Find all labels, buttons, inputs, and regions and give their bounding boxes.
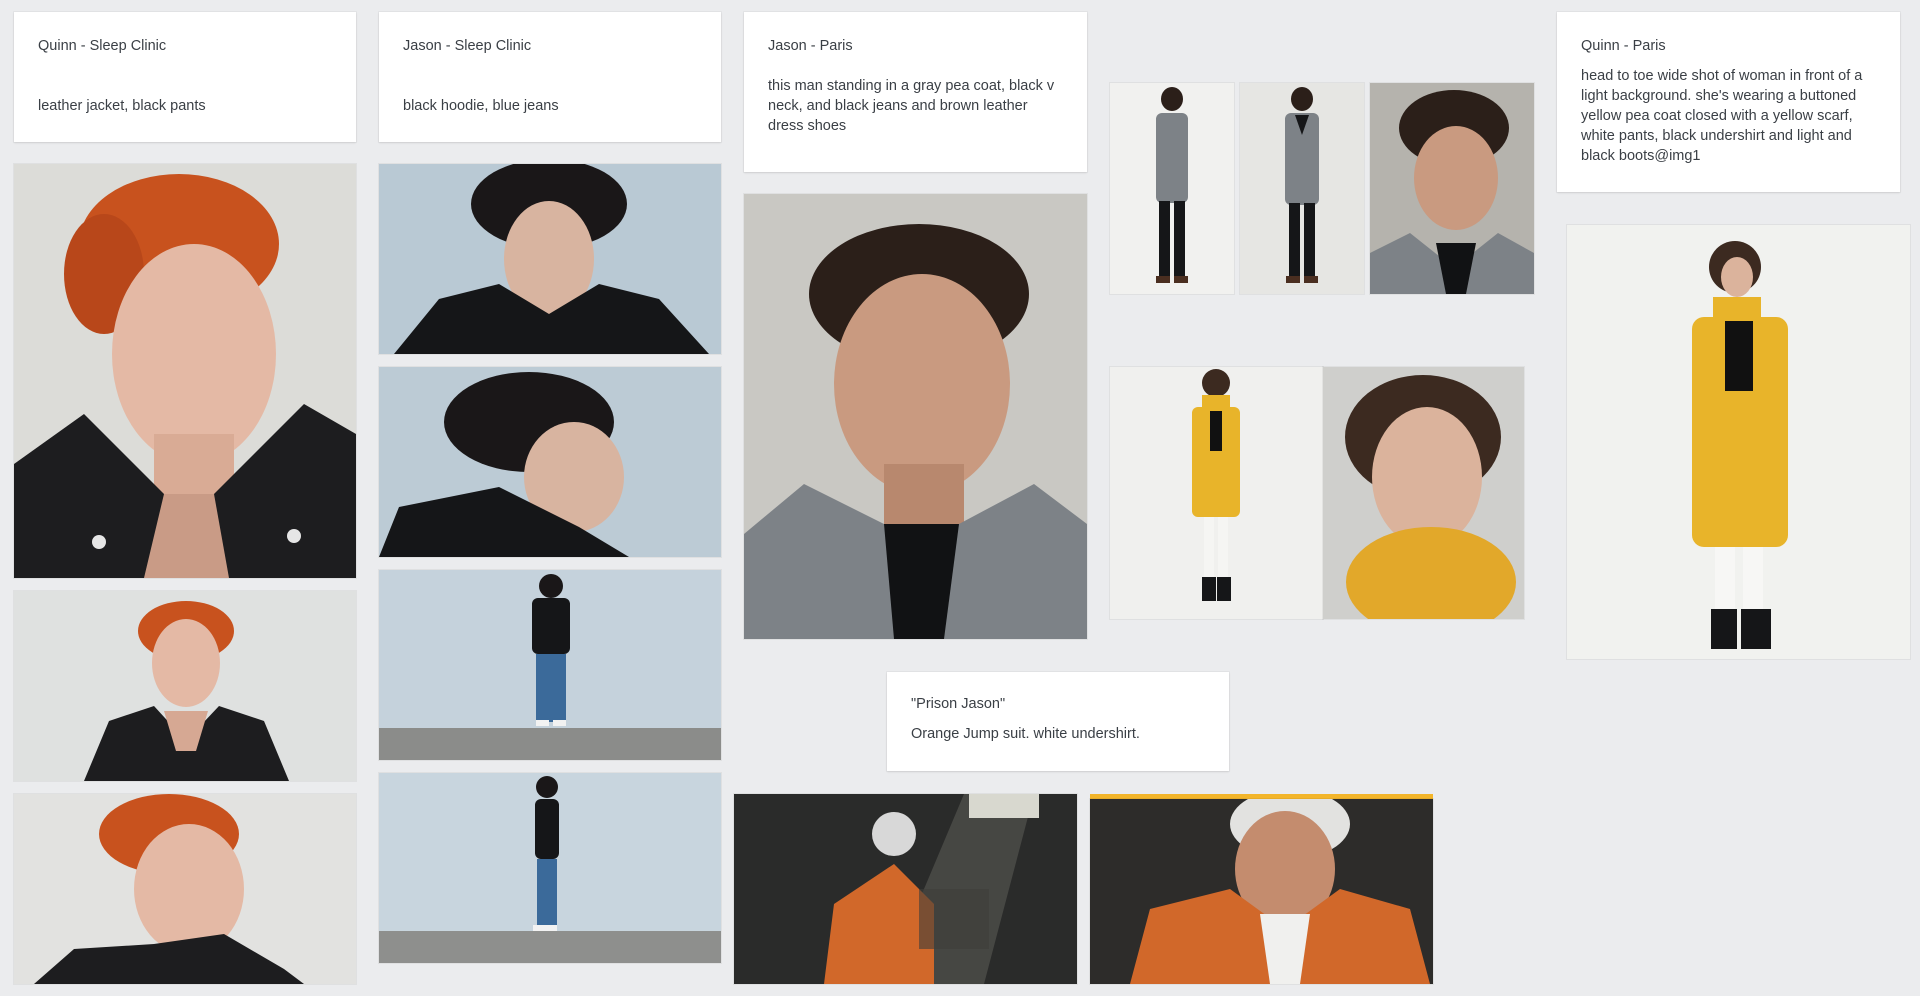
note-title: Jason - Paris [768, 38, 853, 54]
image-quinn-portrait-close[interactable] [14, 164, 356, 578]
image-quinn-portrait-profile[interactable] [14, 794, 356, 984]
note-body: Orange Jump suit. white undershirt. [911, 726, 1140, 742]
note-quinn-paris[interactable]: Quinn - Paris head to toe wide shot of w… [1557, 12, 1900, 192]
image-jason-paris-closeup[interactable] [744, 194, 1087, 639]
image-quinn-portrait-front[interactable] [14, 591, 356, 781]
note-title: Jason - Sleep Clinic [403, 38, 532, 54]
image-quinn-paris-hero[interactable] [1567, 225, 1910, 659]
note-title: Quinn - Paris [1581, 38, 1666, 54]
note-title: Quinn - Sleep Clinic [38, 38, 167, 54]
note-quinn-sleep-clinic[interactable]: Quinn - Sleep Clinic leather jacket, bla… [14, 12, 356, 142]
image-jason-hoodie-full-side[interactable] [379, 773, 721, 963]
note-jason-paris[interactable]: Jason - Paris this man standing in a gra… [744, 12, 1087, 172]
note-prison-jason[interactable]: "Prison Jason" Orange Jump suit. white u… [887, 672, 1229, 771]
image-quinn-paris-portrait[interactable] [1323, 367, 1524, 619]
moodboard-canvas[interactable]: Quinn - Sleep Clinic leather jacket, bla… [0, 0, 1920, 996]
note-body: black hoodie, blue jeans [403, 98, 559, 114]
note-body: leather jacket, black pants [38, 98, 206, 114]
image-jason-paris-front[interactable] [1240, 83, 1364, 294]
image-quinn-paris-full[interactable] [1110, 367, 1323, 619]
image-jason-paris-back[interactable] [1110, 83, 1234, 294]
image-prison-jason-closeup[interactable] [1090, 799, 1433, 984]
image-jason-hoodie-front[interactable] [379, 164, 721, 354]
image-jason-hoodie-profile[interactable] [379, 367, 721, 557]
image-prison-jason-cell[interactable] [734, 794, 1077, 984]
note-title: "Prison Jason" [911, 696, 1006, 712]
image-jason-paris-portrait[interactable] [1370, 83, 1534, 294]
note-body: this man standing in a gray pea coat, bl… [768, 78, 1055, 134]
note-body: head to toe wide shot of woman in front … [1581, 68, 1863, 164]
note-jason-sleep-clinic[interactable]: Jason - Sleep Clinic black hoodie, blue … [379, 12, 721, 142]
image-jason-hoodie-full-front[interactable] [379, 570, 721, 760]
